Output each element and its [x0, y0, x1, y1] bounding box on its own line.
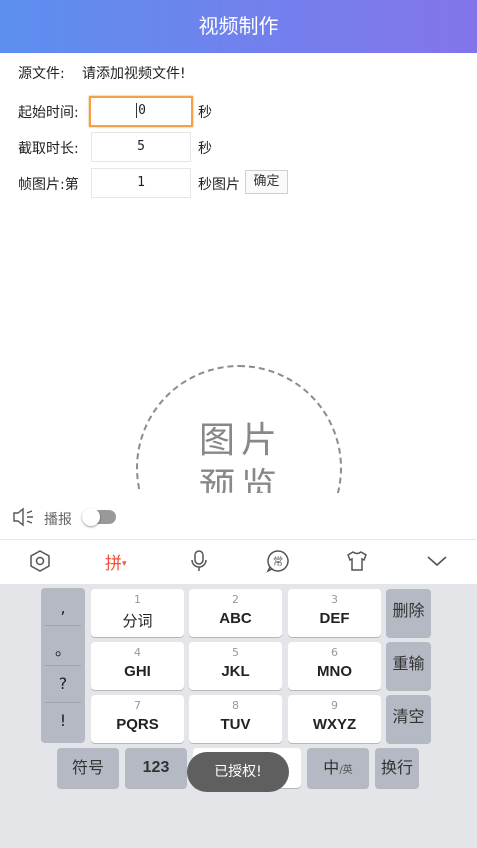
enter-key[interactable]: 换行: [375, 748, 419, 788]
source-file-label: 源文件:: [18, 66, 65, 82]
key-label: WXYZ: [312, 716, 357, 733]
preview-line2: 预览: [198, 466, 283, 493]
frequent-phrases-icon[interactable]: 常: [266, 549, 290, 573]
key-7[interactable]: 7 PQRS: [91, 695, 184, 743]
image-preview-area[interactable]: 图片 预览: [0, 330, 477, 493]
start-time-value: 0: [136, 103, 146, 118]
key-4[interactable]: 4 GHI: [91, 642, 184, 690]
lang-label: 中: [323, 758, 340, 777]
start-time-input[interactable]: 0: [89, 96, 193, 127]
punct-divider: [45, 625, 81, 626]
numbers-key[interactable]: 123: [125, 748, 187, 788]
chevron-down-icon: ▾: [122, 559, 127, 569]
skin-shirt-icon[interactable]: [345, 549, 369, 573]
frame-input[interactable]: 1: [91, 168, 191, 198]
key-label: TUV: [220, 716, 251, 733]
svg-text:常: 常: [273, 555, 283, 568]
frame-unit: 秒图片: [198, 177, 240, 193]
page-title: 视频制作: [198, 14, 279, 38]
broadcast-toggle[interactable]: [82, 508, 116, 526]
punct-question[interactable]: ?: [41, 674, 85, 693]
key-label: ABC: [219, 610, 252, 627]
key-label: JKL: [221, 663, 250, 680]
preview-line1: 图片: [198, 420, 283, 461]
reenter-key[interactable]: 重输: [386, 642, 431, 690]
key-number: 4: [134, 646, 141, 659]
lang-sub-label: /英: [339, 765, 353, 776]
broadcast-label: 播报: [44, 512, 72, 528]
pinyin-label: 拼: [105, 554, 122, 574]
punct-divider: [45, 665, 81, 666]
key-label: PQRS: [116, 716, 159, 733]
punct-divider: [45, 702, 81, 703]
source-file-value[interactable]: 请添加视频文件!: [82, 63, 186, 83]
pinyin-mode-button[interactable]: 拼▾: [105, 549, 127, 574]
start-time-unit: 秒: [198, 105, 212, 121]
clear-key[interactable]: 清空: [386, 695, 431, 743]
key-6[interactable]: 6 MNO: [288, 642, 381, 690]
microphone-icon[interactable]: [187, 549, 211, 573]
key-number: 2: [232, 593, 239, 606]
key-label: 分词: [122, 612, 153, 630]
key-number: 9: [331, 699, 338, 712]
duration-unit: 秒: [198, 141, 212, 157]
duration-input[interactable]: 5: [91, 132, 191, 162]
punctuation-column[interactable]: , 。 ? !: [41, 588, 85, 743]
frame-label: 帧图片:第: [18, 177, 79, 193]
punct-exclaim[interactable]: !: [41, 711, 85, 730]
key-9[interactable]: 9 WXYZ: [288, 695, 381, 743]
key-8[interactable]: 8 TUV: [189, 695, 282, 743]
collapse-chevron-icon[interactable]: [425, 549, 449, 573]
key-number: 5: [232, 646, 239, 659]
key-label: MNO: [317, 663, 352, 680]
duration-value: 5: [137, 139, 145, 154]
language-switch-key[interactable]: 中/英: [307, 748, 369, 788]
punct-period[interactable]: 。: [41, 636, 85, 660]
ime-toolbar: [0, 539, 477, 585]
speaker-icon: [13, 507, 33, 527]
punct-comma[interactable]: ,: [41, 598, 85, 617]
toggle-knob: [82, 508, 100, 526]
key-label: GHI: [124, 663, 151, 680]
delete-key[interactable]: 删除: [386, 589, 431, 637]
symbols-key[interactable]: 符号: [57, 748, 119, 788]
preview-placeholder: 图片 预览: [186, 418, 296, 493]
key-number: 7: [134, 699, 141, 712]
key-number: 1: [134, 593, 141, 606]
settings-icon[interactable]: [28, 549, 52, 573]
key-5[interactable]: 5 JKL: [189, 642, 282, 690]
app-header: 视频制作: [0, 0, 477, 53]
frame-value: 1: [137, 175, 145, 190]
duration-label: 截取时长:: [18, 141, 79, 157]
key-3[interactable]: 3 DEF: [288, 589, 381, 637]
start-time-label: 起始时间:: [18, 105, 79, 121]
key-number: 6: [331, 646, 338, 659]
key-label: DEF: [319, 610, 350, 627]
key-1[interactable]: 1 分词: [91, 589, 184, 637]
key-number: 8: [232, 699, 239, 712]
toast-message: 已授权!: [187, 752, 289, 792]
key-number: 3: [331, 593, 338, 606]
confirm-button[interactable]: 确定: [245, 170, 288, 194]
key-2[interactable]: 2 ABC: [189, 589, 282, 637]
